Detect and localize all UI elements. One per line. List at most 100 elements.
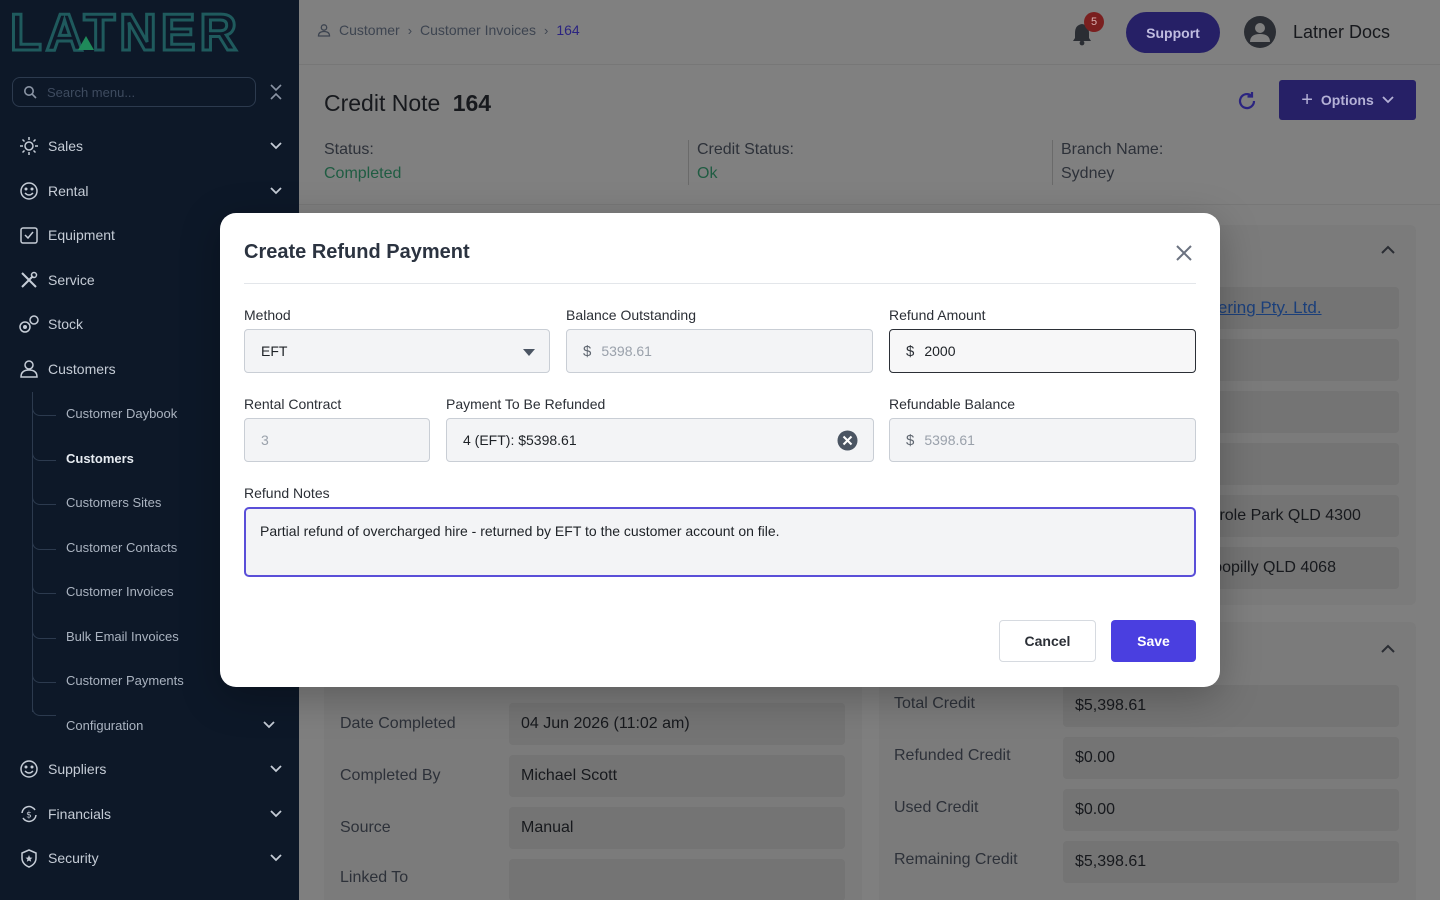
branch-label: Branch Name: — [1061, 141, 1164, 158]
latner-logo[interactable]: LATNER — [9, 3, 280, 64]
chevron-down-icon — [270, 187, 282, 195]
menu-search-input[interactable] — [47, 84, 227, 100]
sidebar-item-label: Security — [48, 850, 99, 866]
user-name[interactable]: Latner Docs — [1293, 22, 1390, 43]
payment-to-refund-select[interactable]: 4 (EFT): $5398.61 — [446, 418, 874, 462]
refund-amount-field[interactable]: $ 2000 — [889, 329, 1196, 373]
balance-outstanding-label: Balance Outstanding — [566, 307, 696, 323]
rental-contract-field: 3 — [244, 418, 430, 462]
tree-branch — [32, 582, 56, 594]
options-button[interactable]: + Options — [1279, 80, 1416, 120]
total-credit-value: $5,398.61 — [1063, 685, 1399, 727]
breadcrumb-customer[interactable]: Customer — [339, 22, 400, 38]
date-completed-value: 04 Jun 2026 (11:02 am) — [509, 703, 845, 745]
svg-text:$: $ — [26, 811, 32, 821]
source-value: Manual — [509, 807, 845, 849]
save-button[interactable]: Save — [1111, 620, 1196, 662]
detail-label: Date Completed — [340, 715, 456, 732]
sales-icon — [18, 135, 40, 157]
sidebar-subitem-customers-sites[interactable]: Customers Sites — [66, 487, 161, 517]
credit-label: Remaining Credit — [894, 851, 1018, 868]
refund-amount-value[interactable]: 2000 — [924, 343, 955, 359]
branch-field: Branch Name: Sydney — [1061, 141, 1163, 183]
cancel-button[interactable]: Cancel — [999, 620, 1096, 662]
sidebar-item-financials[interactable]: $ Financials — [0, 794, 299, 834]
address-1: Carole Park QLD 4300 — [1199, 507, 1361, 524]
sidebar-item-label: Suppliers — [48, 761, 107, 777]
sidebar-item-label: Stock — [48, 316, 84, 332]
refund-notes-textarea[interactable]: Partial refund of overcharged hire - ret… — [244, 507, 1196, 577]
refresh-icon[interactable] — [1236, 90, 1258, 112]
sidebar-subitem-customer-payments[interactable]: Customer Payments — [66, 665, 184, 695]
chevron-down-icon[interactable] — [262, 718, 276, 732]
chevron-down-icon — [270, 765, 282, 773]
credit-status-field: Credit Status: Ok — [697, 141, 794, 183]
chevron-down-icon — [270, 854, 282, 862]
sidebar-item-security[interactable]: Security — [0, 838, 299, 878]
refundable-balance-value: 5398.61 — [924, 432, 975, 448]
remaining-credit-value: $5,398.61 — [1063, 841, 1399, 883]
stock-icon — [18, 313, 40, 335]
sidebar-subitem-configuration[interactable]: Configuration — [66, 710, 143, 740]
sidebar-subitem-bulk-email-invoices[interactable]: Bulk Email Invoices — [66, 621, 179, 651]
search-icon — [24, 86, 37, 99]
sidebar-item-label: Financials — [48, 806, 112, 822]
method-select[interactable]: EFT — [244, 329, 550, 373]
tree-branch — [32, 493, 56, 505]
rental-contract-value: 3 — [261, 432, 269, 448]
refund-notes-label: Refund Notes — [244, 485, 330, 501]
address-field: oroopilly QLD 4068 — [1199, 547, 1399, 589]
completed-by-value: Michael Scott — [509, 755, 845, 797]
sidebar-subitem-customer-invoices[interactable]: Customer Invoices — [66, 576, 174, 606]
caret-down-icon — [523, 349, 535, 356]
chevron-up-icon[interactable] — [1381, 245, 1395, 255]
chevron-right-icon: › — [407, 22, 413, 38]
branch-value: Sydney — [1061, 165, 1115, 182]
credit-label: Refunded Credit — [894, 747, 1011, 764]
credit-status-value: Ok — [697, 165, 718, 182]
method-label: Method — [244, 307, 291, 323]
payment-to-refund-label: Payment To Be Refunded — [446, 396, 606, 412]
menu-search[interactable] — [12, 77, 256, 107]
sidebar-subitem-customer-contacts[interactable]: Customer Contacts — [66, 532, 177, 562]
page-title: Credit Note 164 — [324, 90, 491, 117]
detail-label: Completed By — [340, 767, 441, 784]
tree-branch — [32, 704, 56, 716]
avatar[interactable] — [1244, 16, 1276, 48]
customer-company-field: neering Pty. Ltd. — [1199, 287, 1399, 329]
chevron-down-icon — [1382, 96, 1394, 104]
suppliers-icon — [18, 758, 40, 780]
breadcrumb: Customer › Customer Invoices › 164 — [317, 22, 580, 38]
credit-status-label: Credit Status: — [697, 141, 794, 158]
close-icon[interactable] — [1173, 242, 1195, 264]
address-field: Carole Park QLD 4300 — [1199, 495, 1399, 537]
page-title-number: 164 — [452, 90, 492, 116]
equipment-icon — [18, 224, 40, 246]
sidebar-item-rental[interactable]: Rental — [0, 171, 299, 211]
collapse-menu-icon[interactable] — [268, 82, 284, 102]
tools-icon — [18, 269, 40, 291]
credit-label: Used Credit — [894, 799, 979, 816]
credit-label: Total Credit — [894, 695, 975, 712]
sidebar-item-suppliers[interactable]: Suppliers — [0, 749, 299, 789]
clear-icon[interactable] — [837, 430, 858, 451]
credit-note-header: Credit Note 164 + Options Status: Comple… — [299, 65, 1440, 205]
balance-outstanding-field: $ 5398.61 — [566, 329, 873, 373]
modal-title: Create Refund Payment — [244, 241, 470, 263]
notification-badge: 5 — [1084, 12, 1104, 32]
tree-branch — [32, 671, 56, 683]
detail-label: Linked To — [340, 869, 409, 886]
sidebar-subitem-customers[interactable]: Customers — [66, 443, 134, 473]
tree-branch — [32, 404, 56, 416]
breadcrumb-customer-invoices[interactable]: Customer Invoices — [420, 22, 536, 38]
linked-to-value — [509, 859, 845, 900]
chevron-up-icon[interactable] — [1381, 644, 1395, 654]
detail-label: Source — [340, 819, 391, 836]
support-button[interactable]: Support — [1126, 12, 1220, 53]
method-value: EFT — [261, 343, 288, 359]
chevron-right-icon: › — [543, 22, 549, 38]
page-title-prefix: Credit Note — [324, 90, 441, 116]
sidebar-item-label: Sales — [48, 138, 84, 154]
sidebar-item-sales[interactable]: Sales — [0, 126, 299, 166]
sidebar-subitem-customer-daybook[interactable]: Customer Daybook — [66, 398, 177, 428]
